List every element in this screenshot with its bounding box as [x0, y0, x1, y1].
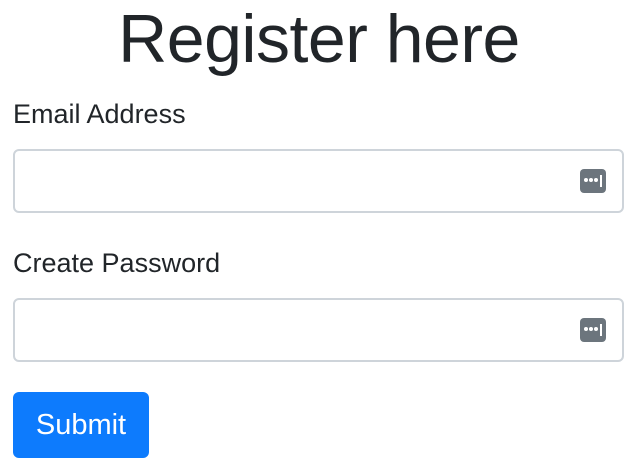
email-input[interactable]	[15, 151, 622, 211]
email-label: Email Address	[13, 99, 186, 129]
password-manager-key-icon[interactable]	[580, 169, 606, 193]
email-field-wrapper	[13, 149, 624, 213]
submit-button[interactable]: Submit	[13, 392, 149, 458]
password-manager-key-icon[interactable]	[580, 318, 606, 342]
password-input[interactable]	[15, 300, 622, 360]
password-label: Create Password	[13, 248, 221, 278]
password-field-wrapper	[13, 298, 624, 362]
page-title: Register here	[118, 1, 520, 77]
